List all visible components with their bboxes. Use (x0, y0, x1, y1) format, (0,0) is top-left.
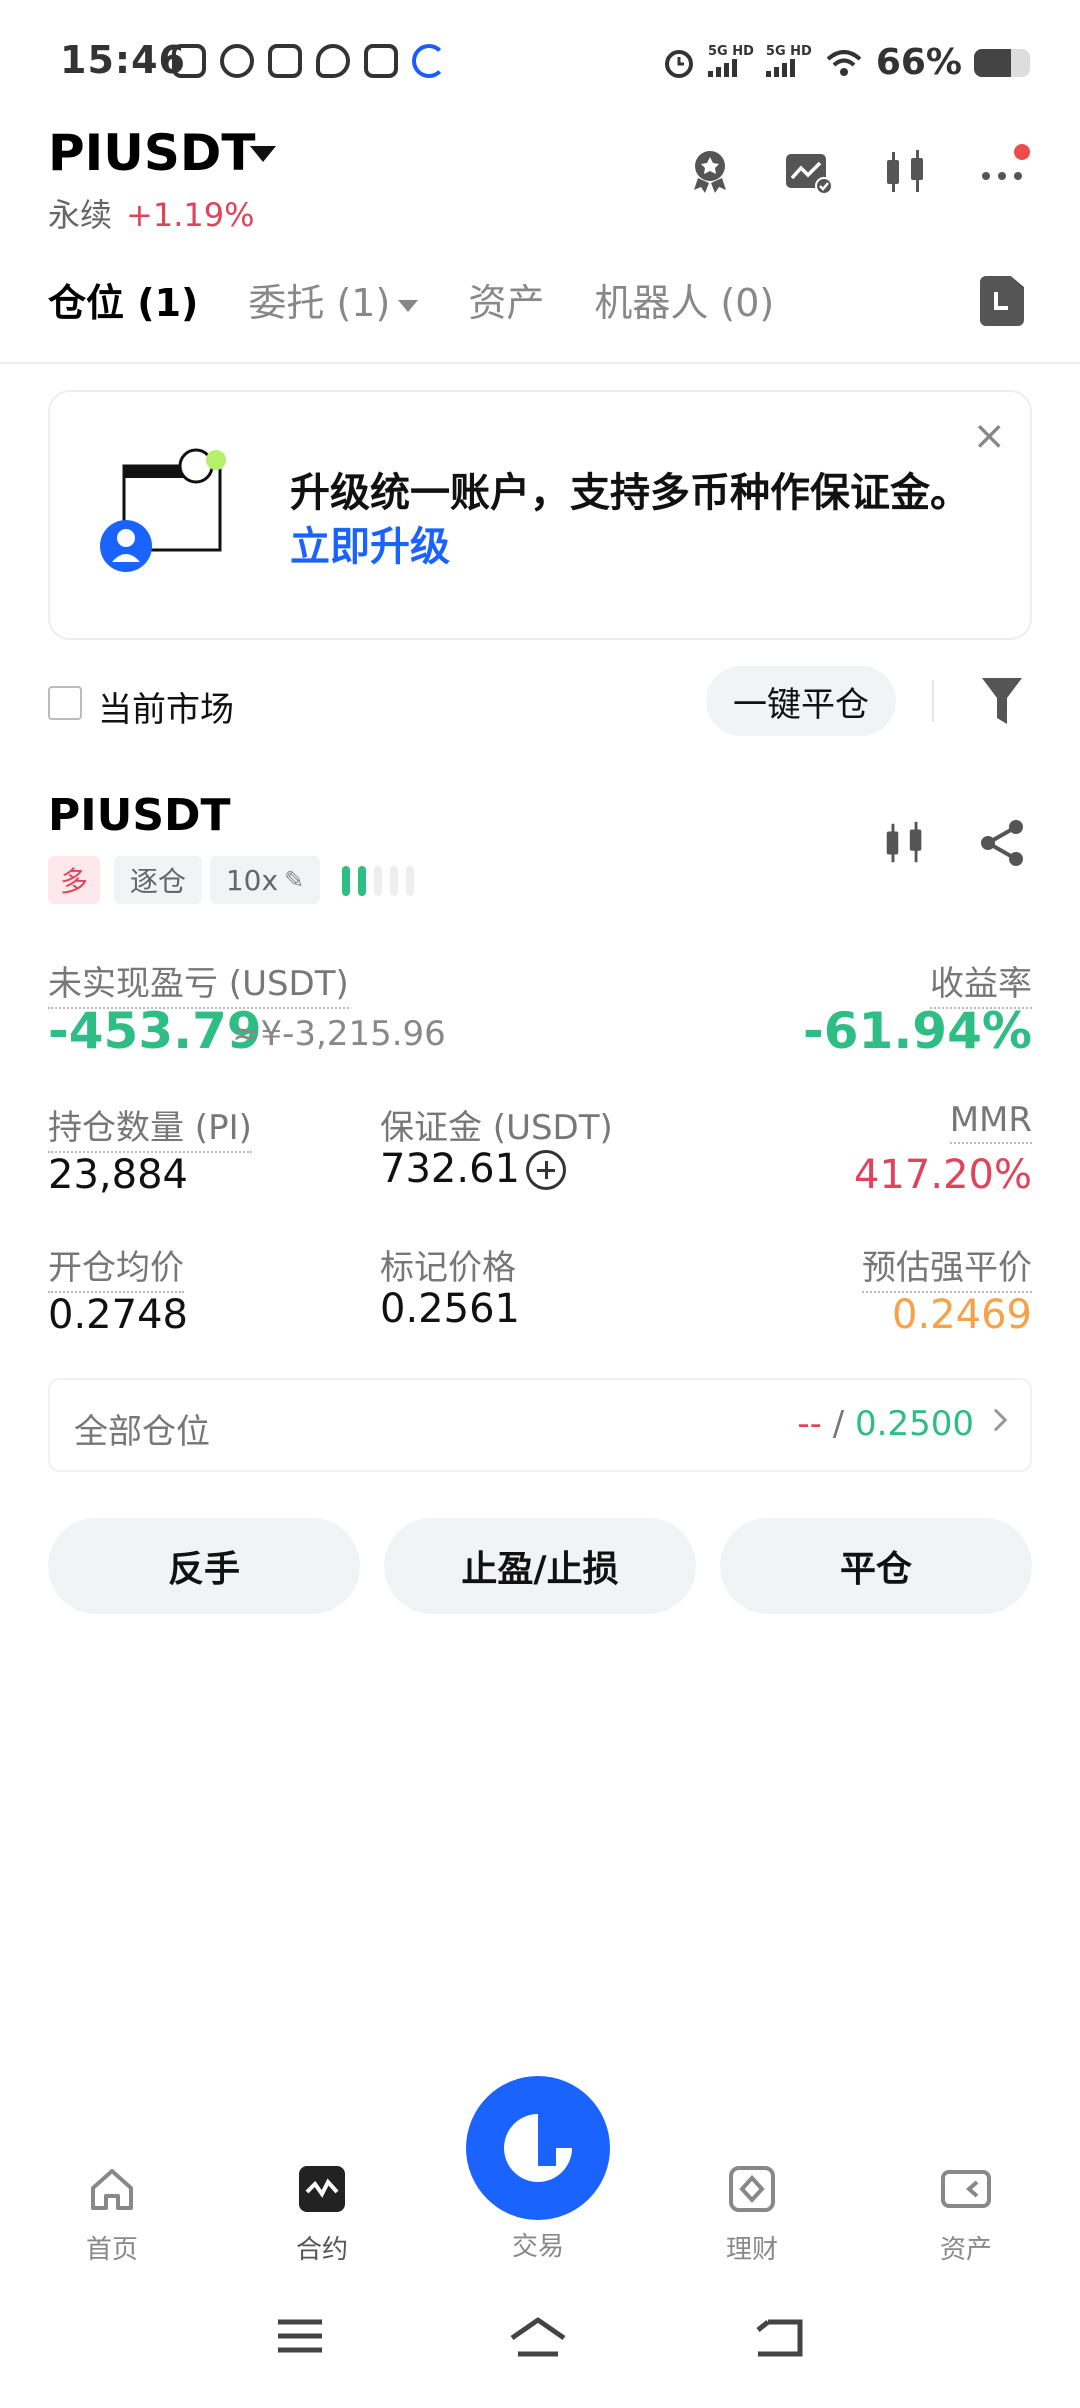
divider (932, 680, 934, 722)
all-positions-label: 全部仓位 (74, 1412, 210, 1452)
mmr-value: 417.20% (854, 1152, 1032, 1198)
qty-label: 持仓数量 (PI) (48, 1100, 252, 1153)
wifi-icon (826, 49, 862, 76)
qq-icon (220, 44, 254, 78)
upgrade-link[interactable]: 立即升级 (290, 524, 450, 570)
earn-icon (729, 2166, 775, 2212)
battery-percent: 66% (875, 42, 962, 83)
side-tag: 多 (48, 856, 100, 904)
tab-assets[interactable]: 资产 (468, 272, 544, 327)
position-symbol: PIUSDT (48, 790, 231, 841)
trade-icon (504, 2114, 572, 2182)
risk-level-indicator (342, 866, 414, 896)
wallet-icon (941, 2170, 991, 2208)
tab-positions[interactable]: 仓位 (1) (48, 272, 198, 327)
liq-price-label: 预估强平价 (862, 1240, 1032, 1293)
mark-price-label: 标记价格 (380, 1248, 516, 1288)
close-position-button[interactable]: 平仓 (720, 1518, 1032, 1614)
chart-analysis-icon[interactable] (782, 146, 834, 198)
contract-type: 永续 (48, 196, 113, 234)
current-market-checkbox[interactable] (48, 686, 82, 720)
edit-icon: ✎ (284, 866, 305, 894)
mail-icon (268, 44, 302, 78)
qty-value: 23,884 (48, 1152, 188, 1198)
upgrade-banner[interactable]: 升级统一账户，支持多币种作保证金。立即升级 × (48, 390, 1032, 640)
nav-futures[interactable]: 合约 (252, 2164, 392, 2266)
tab-bots[interactable]: 机器人 (0) (594, 272, 774, 327)
add-margin-icon[interactable] (526, 1150, 566, 1190)
symbol-subline: 永续 +1.19% (48, 190, 254, 236)
battery-icon (974, 48, 1030, 77)
futures-icon (299, 2166, 345, 2212)
roe-value: -61.94% (802, 1002, 1032, 1060)
account-illustration-icon (100, 448, 226, 572)
menu-icon[interactable] (276, 2316, 324, 2356)
mmr-label: MMR (949, 1100, 1032, 1144)
banner-text: 升级统一账户，支持多币种作保证金。立即升级 (290, 470, 970, 570)
unrealized-pnl-cny: ≈¥-3,215.96 (232, 1014, 446, 1054)
chevron-right-icon (984, 1408, 1008, 1432)
divider (0, 362, 1080, 364)
nav-home[interactable]: 首页 (42, 2164, 182, 2266)
liq-price-value: 0.2469 (892, 1292, 1032, 1338)
margin-label: 保证金 (USDT) (380, 1108, 613, 1148)
tpsl-button[interactable]: 止盈/止损 (384, 1518, 696, 1614)
nav-trade-label[interactable]: 交易 (468, 2226, 608, 2263)
header-actions (684, 144, 1030, 198)
status-indicators: 5G HD 5G HD 66% (662, 42, 1030, 83)
margin-mode-tag: 逐仓 (114, 856, 202, 904)
mark-price-value: 0.2561 (380, 1286, 520, 1332)
home-icon (91, 2169, 133, 2210)
entry-price-value: 0.2748 (48, 1292, 188, 1338)
reverse-button[interactable]: 反手 (48, 1518, 360, 1614)
nav-trade[interactable] (466, 2076, 610, 2220)
symbol-selector[interactable]: PIUSDT (48, 124, 255, 182)
filter-icon[interactable] (980, 676, 1024, 726)
notification-dot (1014, 144, 1030, 160)
tab-orders[interactable]: 委托 (1) (248, 272, 419, 327)
nav-earn[interactable]: 理财 (682, 2164, 822, 2266)
alarm-icon (664, 49, 693, 78)
leverage-tag[interactable]: 10x ✎ (210, 856, 320, 904)
status-time: 15:46 (60, 38, 186, 82)
status-bar: 15:46 5G HD 5G HD 66% (0, 0, 1080, 130)
margin-value: 732.61 (380, 1146, 520, 1192)
app-icon (364, 44, 398, 78)
back-icon[interactable] (754, 2316, 804, 2360)
chat-icon (316, 44, 350, 78)
history-icon[interactable] (980, 276, 1024, 326)
home-nav-icon[interactable] (508, 2316, 568, 2360)
all-positions-row[interactable]: 全部仓位 -- / 0.2500 (48, 1378, 1032, 1472)
share-icon[interactable] (978, 818, 1026, 868)
candlestick-icon[interactable] (880, 146, 932, 198)
entry-price-label: 开仓均价 (48, 1240, 184, 1293)
nav-assets[interactable]: 资产 (896, 2164, 1036, 2266)
current-market-label[interactable]: 当前市场 (98, 682, 234, 731)
notification-icons (172, 44, 446, 78)
badge-icon[interactable] (684, 146, 736, 198)
signal-5g-1: 5G HD (707, 44, 754, 81)
candlestick-icon[interactable] (880, 818, 930, 868)
close-icon[interactable]: × (972, 416, 1006, 456)
more-icon[interactable] (978, 144, 1030, 198)
price-change: +1.19% (126, 196, 255, 234)
app-notification-icon (172, 44, 206, 78)
all-positions-value: -- / 0.2500 (797, 1404, 974, 1444)
unrealized-pnl-value: -453.79 (48, 1002, 262, 1060)
exchange-app-icon (412, 44, 446, 78)
signal-5g-2: 5G HD (765, 44, 812, 81)
close-all-button[interactable]: 一键平仓 (706, 666, 896, 736)
position-tabs: 仓位 (1) 委托 (1) 资产 机器人 (0) (48, 272, 774, 327)
caret-down-icon[interactable] (250, 146, 276, 162)
caret-down-icon (398, 299, 419, 312)
